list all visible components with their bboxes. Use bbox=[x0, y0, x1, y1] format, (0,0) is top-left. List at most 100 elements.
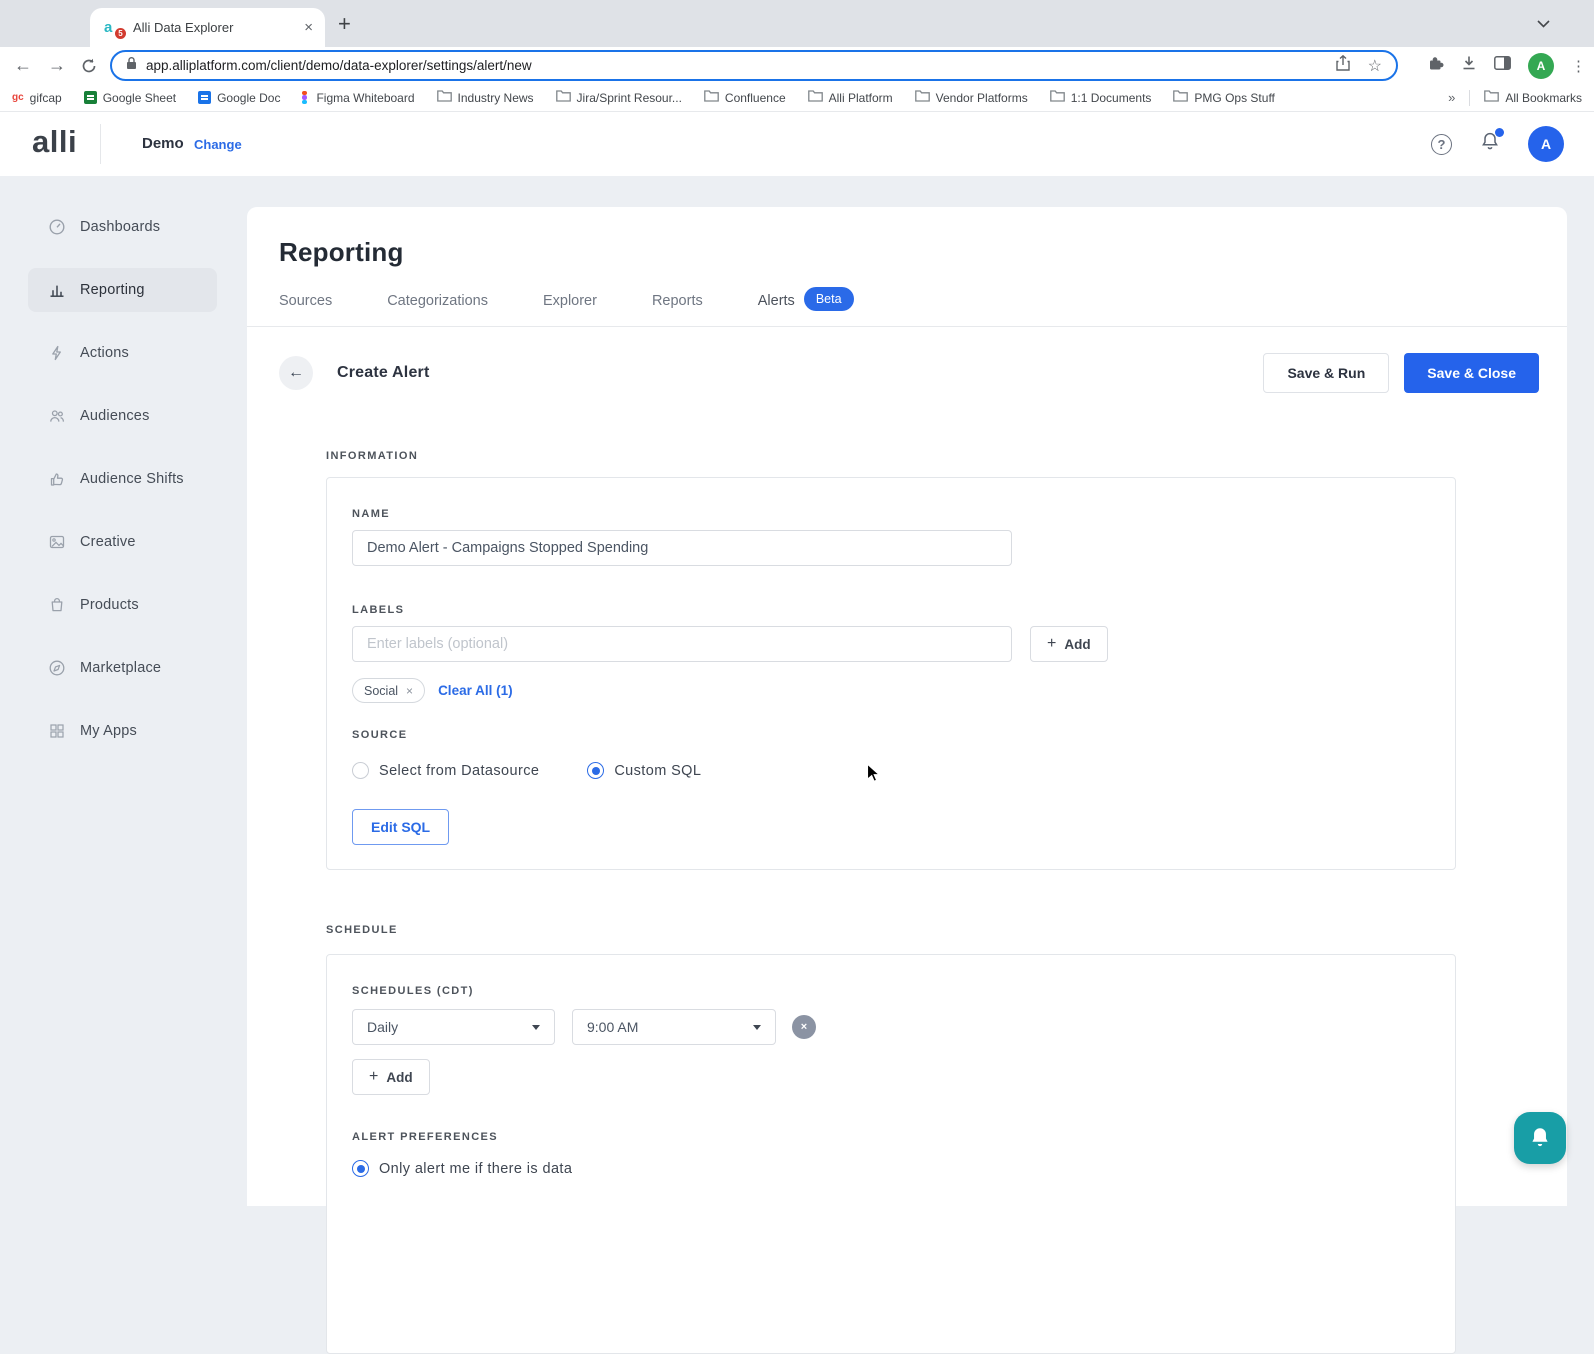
bookmark-folder-jira[interactable]: Jira/Sprint Resour... bbox=[555, 90, 682, 105]
radio-custom-sql[interactable] bbox=[587, 762, 605, 779]
bookmark-figma[interactable]: Figma Whiteboard bbox=[302, 91, 415, 105]
url-text[interactable]: app.alliplatform.com/client/demo/data-ex… bbox=[146, 58, 1336, 73]
time-select[interactable]: 9:00 AM bbox=[572, 1009, 776, 1045]
add-label-button[interactable]: + Add bbox=[1030, 626, 1108, 662]
notifications-widget-button[interactable] bbox=[1514, 1112, 1566, 1164]
bell-icon bbox=[1532, 1128, 1548, 1147]
lightning-icon bbox=[52, 345, 61, 361]
tab-explorer[interactable]: Explorer bbox=[543, 291, 597, 326]
radio-label-only-alert[interactable]: Only alert me if there is data bbox=[379, 1161, 572, 1177]
all-bookmarks[interactable]: All Bookmarks bbox=[1484, 90, 1582, 105]
sidebar-item-audiences[interactable]: Audiences bbox=[28, 394, 217, 438]
reporting-tabs: Sources Categorizations Explorer Reports… bbox=[247, 287, 1567, 327]
plus-icon: + bbox=[369, 1068, 379, 1085]
favicon-badge: 5 bbox=[115, 28, 126, 39]
sidebar: Dashboards Reporting Actions Audiences A… bbox=[0, 176, 247, 1206]
tab-reports[interactable]: Reports bbox=[652, 291, 703, 326]
browser-tab[interactable]: a 5 Alli Data Explorer × bbox=[90, 8, 325, 47]
folder-icon bbox=[1484, 90, 1500, 105]
clear-all-link[interactable]: Clear All (1) bbox=[438, 683, 513, 698]
forward-icon[interactable]: → bbox=[42, 47, 72, 84]
thumbs-up-icon bbox=[50, 473, 64, 486]
radio-only-alert-if-data[interactable] bbox=[352, 1160, 369, 1177]
tab-categorizations[interactable]: Categorizations bbox=[387, 291, 488, 326]
add-schedule-button[interactable]: + Add bbox=[352, 1059, 430, 1095]
frequency-select[interactable]: Daily bbox=[352, 1009, 555, 1045]
chevron-down-icon bbox=[753, 1024, 761, 1030]
app-body: Dashboards Reporting Actions Audiences A… bbox=[0, 176, 1594, 1354]
new-tab-button[interactable]: + bbox=[338, 11, 351, 37]
help-icon[interactable]: ? bbox=[1431, 133, 1452, 155]
sidebar-item-reporting[interactable]: Reporting bbox=[28, 268, 217, 312]
header-divider bbox=[100, 124, 101, 164]
alert-name-input[interactable] bbox=[352, 530, 1012, 566]
tab-search-chevron-icon[interactable] bbox=[1537, 15, 1550, 33]
client-name: Demo bbox=[142, 135, 184, 152]
bookmarks-overflow-chevron[interactable]: » bbox=[1448, 90, 1455, 105]
label-chip-social[interactable]: Social × bbox=[352, 678, 426, 703]
browser-profile-avatar[interactable]: A bbox=[1528, 52, 1554, 79]
save-and-run-button[interactable]: Save & Run bbox=[1263, 353, 1390, 393]
sidebar-item-actions[interactable]: Actions bbox=[28, 331, 217, 375]
bookmark-google-sheet[interactable]: Google Sheet bbox=[83, 91, 176, 105]
folder-icon bbox=[555, 90, 571, 105]
folder-icon bbox=[704, 90, 719, 105]
bookmark-folder-pmg-ops[interactable]: PMG Ops Stuff bbox=[1173, 90, 1275, 105]
labels-input[interactable] bbox=[352, 626, 1012, 662]
radio-label-datasource[interactable]: Select from Datasource bbox=[379, 763, 539, 779]
downloads-icon[interactable] bbox=[1461, 55, 1477, 76]
sidebar-item-marketplace[interactable]: Marketplace bbox=[28, 646, 217, 690]
sidebar-item-audience-shifts[interactable]: Audience Shifts bbox=[28, 457, 217, 501]
back-icon[interactable]: ← bbox=[8, 47, 38, 84]
browser-menu-icon[interactable]: ⋮ bbox=[1571, 57, 1586, 75]
tab-alerts[interactable]: Alerts Beta bbox=[758, 287, 854, 326]
folder-icon bbox=[807, 90, 823, 105]
chip-remove-icon[interactable]: × bbox=[406, 684, 413, 698]
bookmark-gifcap[interactable]: gc gifcap bbox=[12, 91, 62, 105]
schedules-cdt-label: SCHEDULES (CDT) bbox=[352, 985, 474, 997]
remove-schedule-button[interactable]: × bbox=[792, 1015, 816, 1039]
bar-chart-icon bbox=[50, 285, 64, 297]
plus-icon: + bbox=[1047, 635, 1057, 652]
save-and-close-button[interactable]: Save & Close bbox=[1404, 353, 1539, 393]
side-panel-icon[interactable] bbox=[1494, 56, 1511, 75]
folder-icon bbox=[1049, 90, 1065, 105]
change-client-link[interactable]: Change bbox=[194, 137, 242, 152]
address-bar[interactable]: app.alliplatform.com/client/demo/data-ex… bbox=[110, 50, 1398, 81]
create-alert-title: Create Alert bbox=[337, 364, 430, 381]
alli-logo[interactable]: alli bbox=[32, 124, 77, 160]
bookmark-folder-alli-platform[interactable]: Alli Platform bbox=[807, 90, 893, 105]
bookmark-folder-confluence[interactable]: Confluence bbox=[704, 90, 786, 105]
apps-grid-icon bbox=[50, 724, 64, 738]
folder-icon bbox=[436, 90, 452, 105]
people-icon bbox=[50, 410, 65, 422]
page-title: Reporting bbox=[279, 237, 404, 267]
tab-sources[interactable]: Sources bbox=[279, 291, 332, 326]
browser-tab-strip: a 5 Alli Data Explorer × + bbox=[0, 0, 1594, 47]
tab-close-icon[interactable]: × bbox=[304, 20, 313, 35]
bookmark-folder-vendor-platforms[interactable]: Vendor Platforms bbox=[914, 90, 1028, 105]
user-avatar[interactable]: A bbox=[1528, 126, 1564, 162]
back-button[interactable]: ← bbox=[279, 356, 313, 390]
bookmark-folder-11-documents[interactable]: 1:1 Documents bbox=[1049, 90, 1151, 105]
labels-label: LABELS bbox=[352, 604, 405, 616]
radio-label-custom-sql[interactable]: Custom SQL bbox=[614, 763, 701, 779]
extensions-icon[interactable] bbox=[1428, 55, 1444, 76]
sidebar-item-products[interactable]: Products bbox=[28, 583, 217, 627]
sidebar-item-dashboards[interactable]: Dashboards bbox=[28, 205, 217, 249]
notifications-bell-icon[interactable] bbox=[1480, 128, 1504, 157]
reload-icon[interactable] bbox=[74, 47, 104, 84]
bookmark-google-doc[interactable]: Google Doc bbox=[198, 91, 280, 105]
figma-icon bbox=[302, 91, 310, 104]
compass-icon bbox=[49, 660, 65, 676]
google-sheet-icon bbox=[83, 91, 97, 104]
share-icon[interactable] bbox=[1335, 54, 1350, 76]
radio-select-from-datasource[interactable] bbox=[352, 762, 369, 779]
bookmark-star-icon[interactable]: ☆ bbox=[1368, 56, 1382, 76]
bookmark-folder-industry-news[interactable]: Industry News bbox=[436, 90, 534, 105]
sidebar-item-creative[interactable]: Creative bbox=[28, 520, 217, 564]
edit-sql-button[interactable]: Edit SQL bbox=[352, 809, 450, 845]
lock-icon bbox=[126, 56, 137, 75]
sidebar-item-my-apps[interactable]: My Apps bbox=[28, 709, 217, 753]
information-section-label: INFORMATION bbox=[326, 450, 419, 462]
